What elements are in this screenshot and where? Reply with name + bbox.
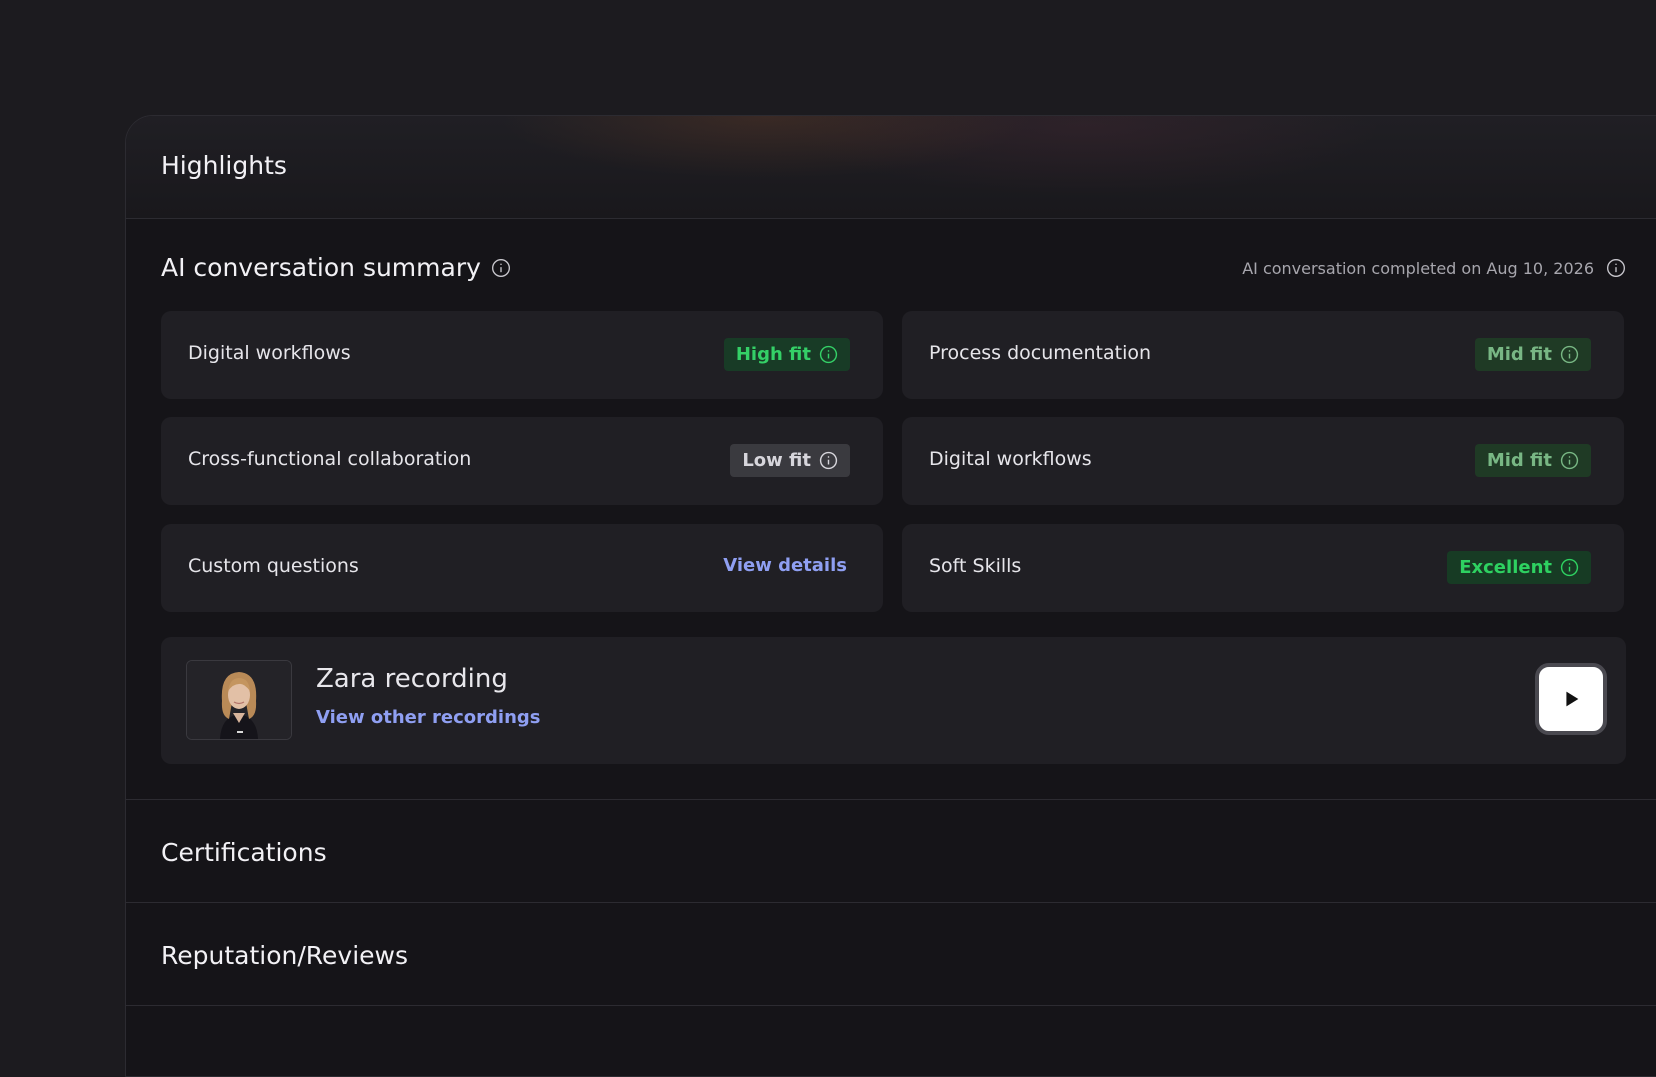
fit-badge-label: Mid fit — [1486, 344, 1552, 365]
info-icon[interactable] — [1560, 558, 1579, 577]
card-label: Cross-functional collaboration — [188, 448, 472, 470]
fit-badge[interactable]: High fit — [723, 338, 850, 371]
summary-card-grid: Digital workflows High fit Process docum… — [161, 301, 1626, 612]
card-label: Digital workflows — [929, 448, 1092, 470]
play-icon — [1566, 691, 1579, 707]
info-icon[interactable] — [819, 345, 838, 364]
recording-title: Zara recording — [316, 664, 508, 694]
highlights-panel: Highlights AI conversation summary AI co… — [125, 115, 1656, 1077]
summary-card: Process documentation Mid fit — [902, 311, 1624, 399]
section-title: Certifications — [161, 838, 327, 867]
recording-thumbnail[interactable] — [186, 660, 292, 740]
summary-card: Custom questions View details — [161, 524, 883, 612]
reputation-reviews-section[interactable]: Reputation/Reviews — [126, 902, 1656, 1005]
conversation-completed-info: AI conversation completed on Aug 10, 202… — [1242, 258, 1626, 278]
section-title: Reputation/Reviews — [161, 941, 408, 970]
view-other-recordings-link[interactable]: View other recordings — [316, 707, 541, 728]
recording-card: Zara recording View other recordings — [161, 637, 1626, 764]
fit-badge[interactable]: Mid fit — [1474, 444, 1591, 477]
ai-summary-title-row: AI conversation summary — [161, 253, 511, 282]
card-label: Digital workflows — [188, 342, 351, 364]
card-label: Process documentation — [929, 342, 1152, 364]
ai-summary-header: AI conversation summary AI conversation … — [161, 219, 1626, 301]
summary-card: Digital workflows Mid fit — [902, 417, 1624, 505]
card-label: Soft Skills — [929, 555, 1022, 577]
info-icon[interactable] — [491, 258, 511, 278]
fit-badge[interactable]: Mid fit — [1474, 338, 1591, 371]
next-section — [126, 1005, 1656, 1076]
completed-text: AI conversation completed on Aug 10, 202… — [1242, 258, 1594, 278]
fit-badge[interactable]: Low fit — [730, 444, 850, 477]
panel-header: Highlights — [126, 116, 1656, 219]
avatar — [187, 661, 291, 739]
summary-card: Soft Skills Excellent — [902, 524, 1624, 612]
info-icon[interactable] — [1606, 258, 1626, 278]
summary-card: Cross-functional collaboration Low fit — [161, 417, 883, 505]
panel-title: Highlights — [161, 151, 287, 180]
summary-card: Digital workflows High fit — [161, 311, 883, 399]
info-icon[interactable] — [1560, 345, 1579, 364]
ai-summary-title: AI conversation summary — [161, 253, 481, 282]
play-button[interactable] — [1535, 663, 1607, 735]
fit-badge-label: Mid fit — [1486, 450, 1552, 471]
certifications-section[interactable]: Certifications — [126, 799, 1656, 902]
fit-badge-label: High fit — [735, 344, 811, 365]
info-icon[interactable] — [819, 451, 838, 470]
fit-badge[interactable]: Excellent — [1447, 551, 1591, 584]
view-details-link[interactable]: View details — [723, 555, 847, 576]
info-icon[interactable] — [1560, 451, 1579, 470]
ai-conversation-summary-section: AI conversation summary AI conversation … — [161, 219, 1626, 612]
fit-badge-label: Low fit — [742, 450, 811, 471]
card-label: Custom questions — [188, 555, 359, 577]
fit-badge-label: Excellent — [1459, 557, 1552, 578]
